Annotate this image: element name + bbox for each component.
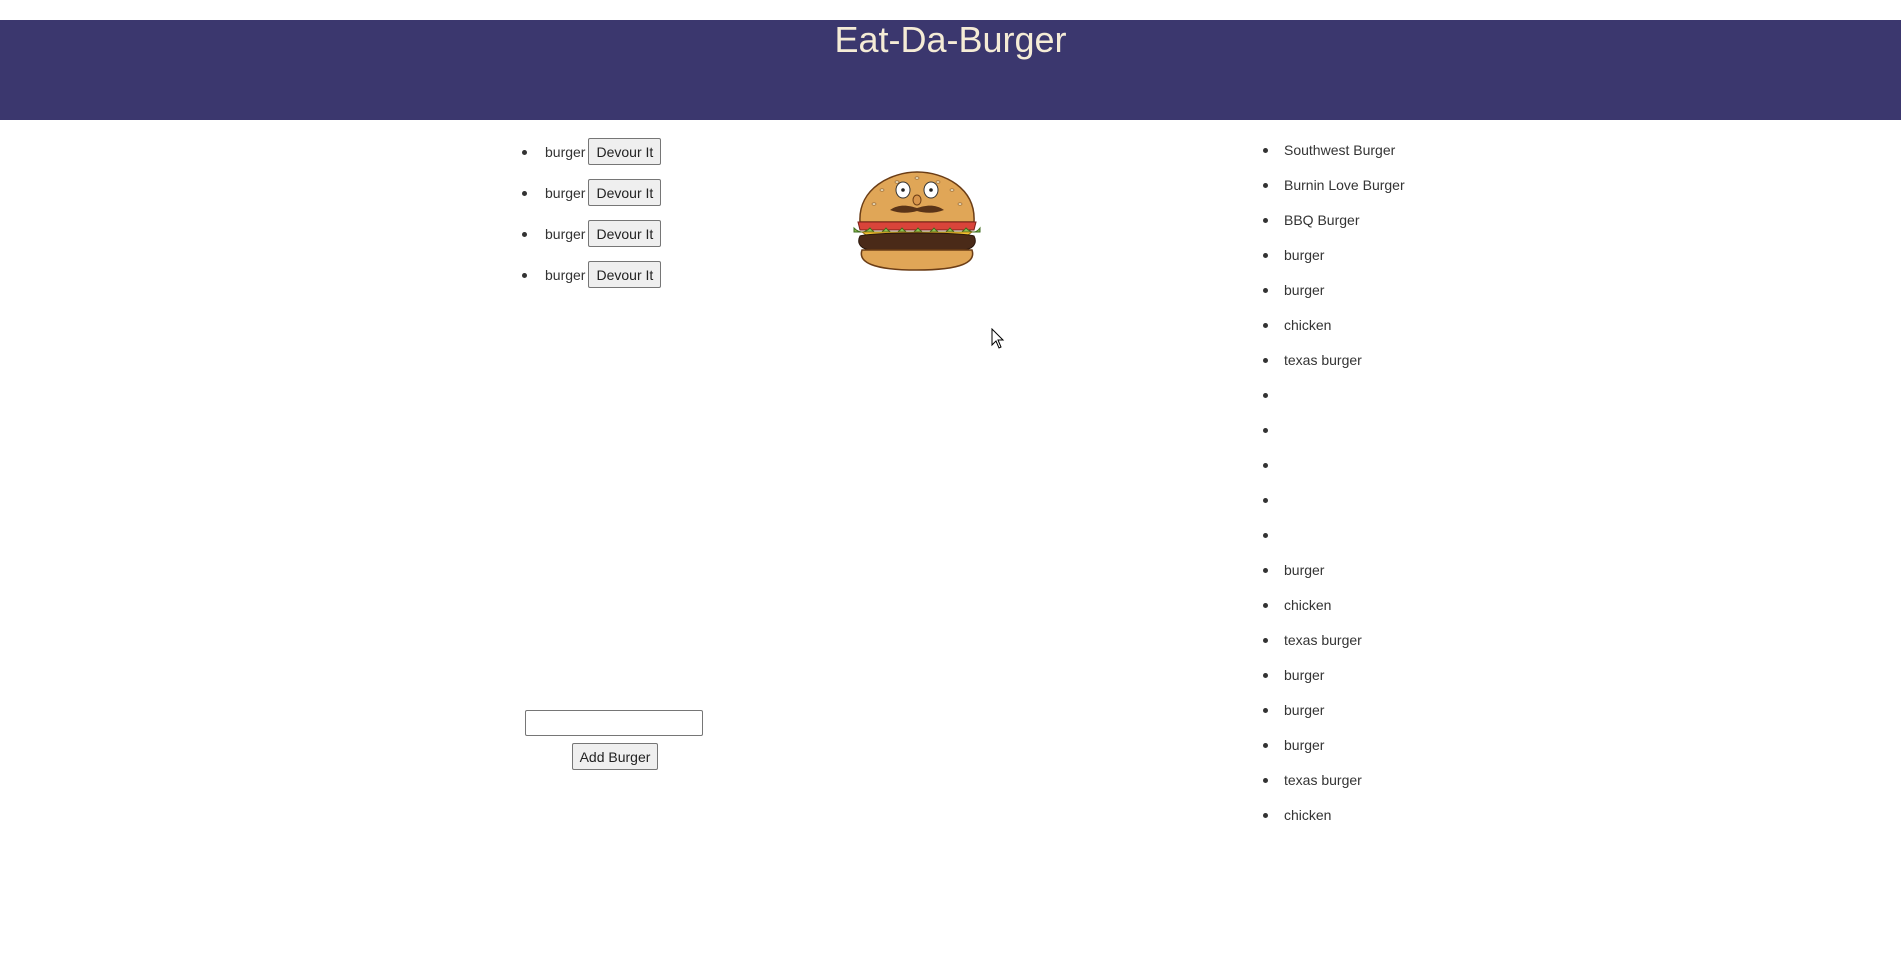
devour-button[interactable]: Devour It bbox=[588, 138, 662, 165]
page-title: Eat-Da-Burger bbox=[834, 19, 1067, 60]
list-item: texas burger bbox=[1263, 626, 1405, 661]
header-bar: Eat-Da-Burger bbox=[0, 20, 1901, 120]
list-item: chicken bbox=[1263, 311, 1405, 346]
list-item bbox=[1263, 416, 1405, 451]
list-item bbox=[1263, 486, 1405, 521]
list-item bbox=[1263, 521, 1405, 556]
devoured-burger-list: Southwest Burger Burnin Love Burger BBQ … bbox=[1263, 136, 1405, 836]
list-item: burger Devour It bbox=[521, 179, 662, 220]
list-item bbox=[1263, 381, 1405, 416]
list-item: burger bbox=[1263, 731, 1405, 766]
burger-name: burger bbox=[545, 185, 586, 201]
list-item: burger Devour It bbox=[521, 220, 662, 261]
devour-button[interactable]: Devour It bbox=[588, 220, 662, 247]
burger-name: burger bbox=[545, 226, 586, 242]
list-item: chicken bbox=[1263, 591, 1405, 626]
burger-name-input[interactable] bbox=[525, 710, 703, 736]
burger-face-icon bbox=[853, 171, 981, 271]
uneaten-burger-list: burger Devour It burger Devour It burger… bbox=[521, 138, 662, 302]
devour-button[interactable]: Devour It bbox=[588, 261, 662, 288]
burger-name: burger bbox=[545, 144, 586, 160]
list-item: texas burger bbox=[1263, 766, 1405, 801]
list-item: Burnin Love Burger bbox=[1263, 171, 1405, 206]
list-item: BBQ Burger bbox=[1263, 206, 1405, 241]
add-burger-button[interactable]: Add Burger bbox=[571, 743, 659, 770]
list-item: burger bbox=[1263, 661, 1405, 696]
list-item: chicken bbox=[1263, 801, 1405, 836]
list-item: burger Devour It bbox=[521, 261, 662, 302]
list-item: burger bbox=[1263, 276, 1405, 311]
devour-button[interactable]: Devour It bbox=[588, 179, 662, 206]
list-item: burger Devour It bbox=[521, 138, 662, 179]
list-item: texas burger bbox=[1263, 346, 1405, 381]
list-item: burger bbox=[1263, 556, 1405, 591]
list-item: burger bbox=[1263, 241, 1405, 276]
list-item bbox=[1263, 451, 1405, 486]
list-item: burger bbox=[1263, 696, 1405, 731]
list-item: Southwest Burger bbox=[1263, 136, 1405, 171]
add-burger-form: Add Burger bbox=[525, 710, 705, 770]
mouse-pointer-icon bbox=[991, 328, 1005, 349]
burger-name: burger bbox=[545, 267, 586, 283]
